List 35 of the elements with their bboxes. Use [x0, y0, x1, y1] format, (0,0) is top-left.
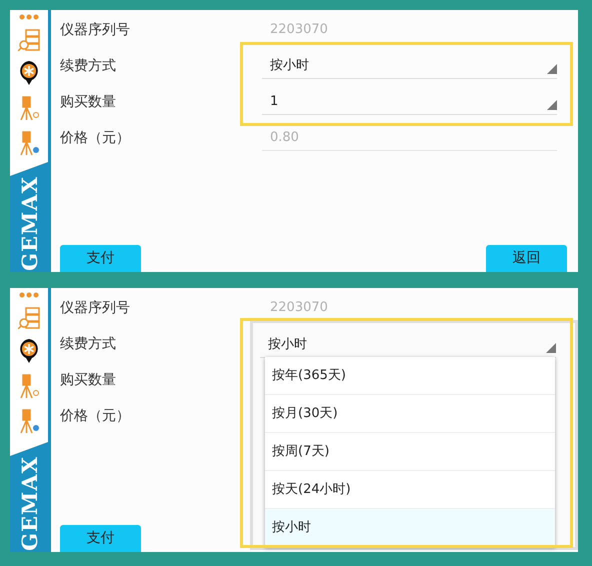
- brand-logo: GEMAX: [18, 176, 40, 271]
- pin-asterisk-icon: [18, 60, 40, 86]
- readonly-field: 2203070: [262, 17, 557, 43]
- field-label: 购买数量: [60, 370, 117, 390]
- more-dots-icon: [19, 292, 39, 298]
- dropdown-option[interactable]: 按月(30天): [265, 395, 555, 433]
- tripod-instrument-icon: [18, 373, 40, 399]
- dropdown-option[interactable]: 按小时: [265, 509, 555, 547]
- readonly-field: 0.80: [262, 125, 557, 151]
- dropdown-arrow-icon: [546, 343, 556, 353]
- server-search-icon: [18, 307, 40, 329]
- dropdown-arrow-icon: [547, 100, 557, 110]
- field-label: 仪器序列号: [60, 20, 131, 40]
- tripod-instrument-icon: [18, 95, 40, 121]
- field-label: 价格（元）: [60, 406, 131, 426]
- server-search-icon: [18, 29, 40, 51]
- field-label: 续费方式: [60, 334, 117, 354]
- action-button[interactable]: 支付: [60, 245, 141, 272]
- field-label: 续费方式: [60, 56, 117, 76]
- tripod-instrument-icon: [18, 408, 40, 434]
- field-label: 价格（元）: [60, 128, 131, 148]
- action-button[interactable]: 返回: [486, 245, 567, 272]
- more-dots-icon: [19, 14, 39, 20]
- dropdown-arrow-icon: [547, 64, 557, 74]
- select-field[interactable]: 1: [262, 89, 557, 115]
- pin-asterisk-icon: [18, 338, 40, 364]
- dropdown-option[interactable]: 按年(365天): [265, 357, 555, 395]
- field-label: 购买数量: [60, 92, 117, 112]
- select-field[interactable]: 按小时: [262, 53, 557, 79]
- tripod-instrument-icon: [18, 130, 40, 156]
- action-button[interactable]: 支付: [60, 525, 141, 552]
- dropdown-option[interactable]: 按天(24小时): [265, 471, 555, 509]
- dropdown-option[interactable]: 按周(7天): [265, 433, 555, 471]
- field-label: 仪器序列号: [60, 298, 131, 318]
- brand-logo: GEMAX: [18, 456, 40, 551]
